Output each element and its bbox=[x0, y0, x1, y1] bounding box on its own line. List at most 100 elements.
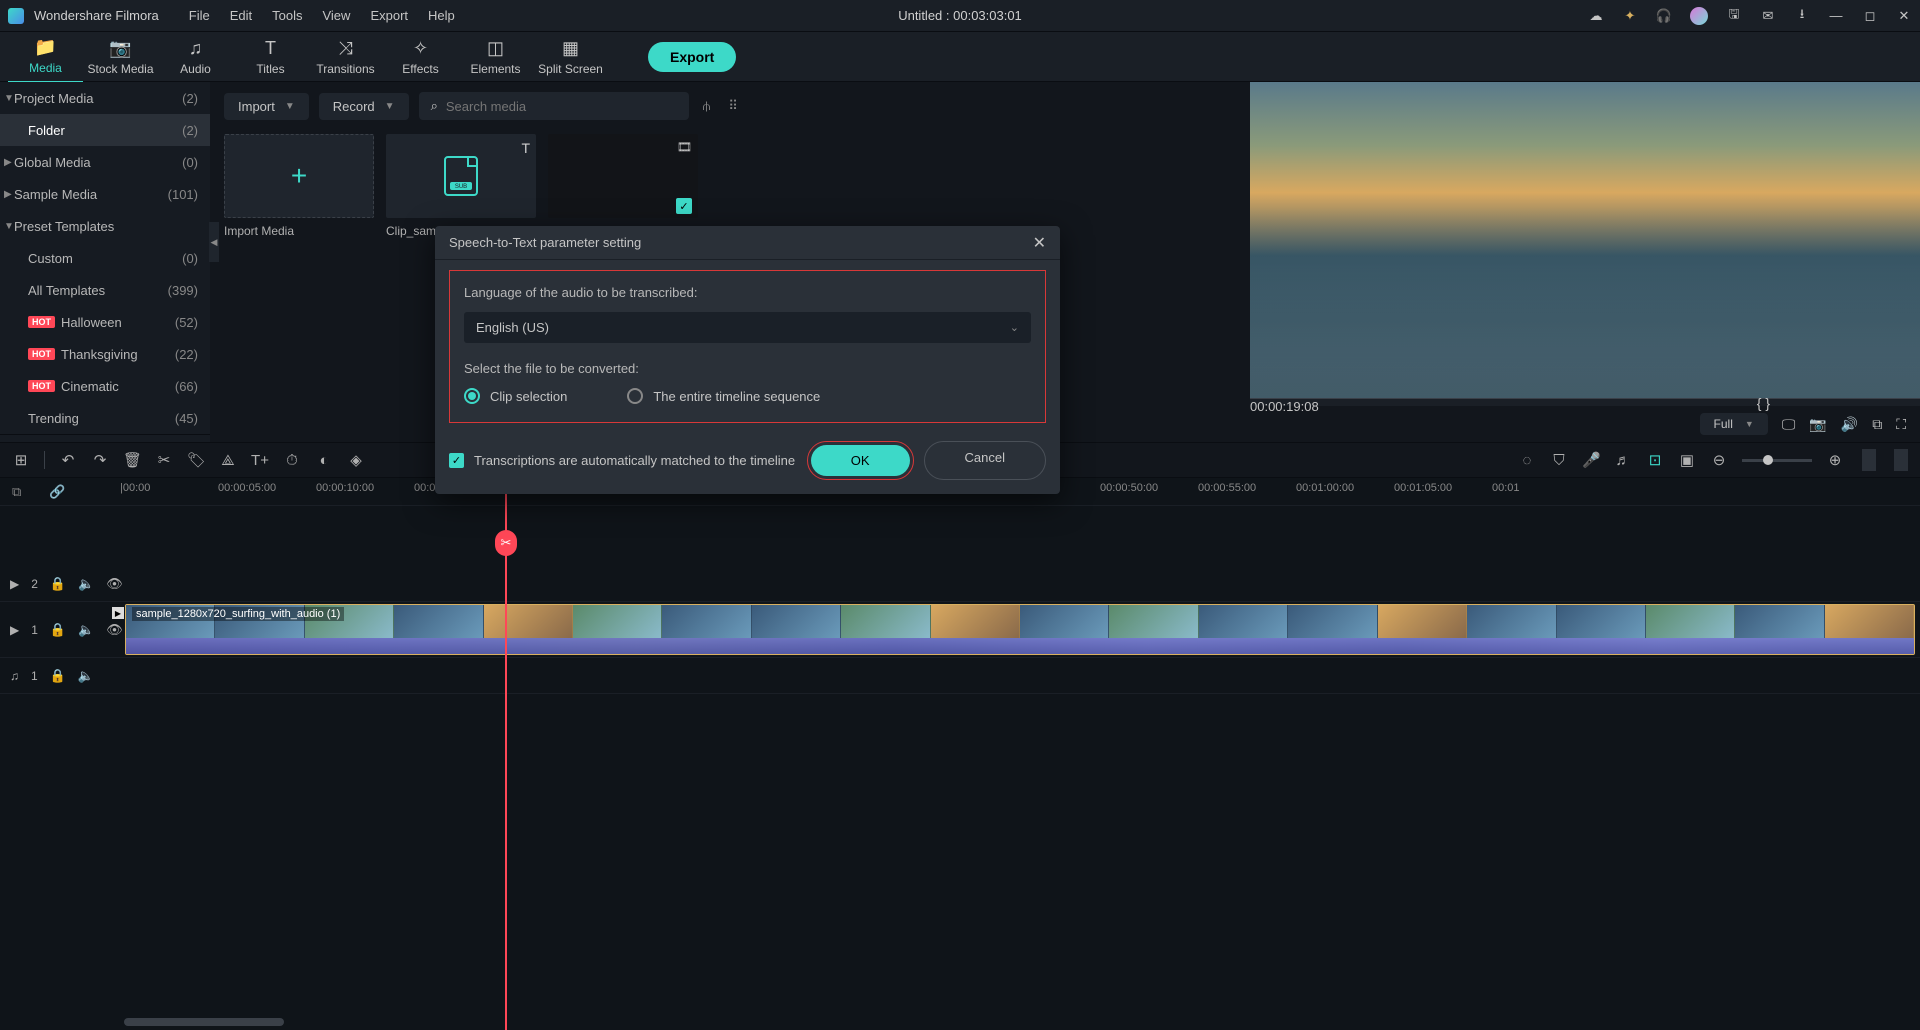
text-add-icon[interactable]: T+ bbox=[251, 452, 269, 469]
sidebar-item-thanksgiving[interactable]: HOTThanksgiving(22) bbox=[0, 338, 210, 370]
filter-icon[interactable]: ⫛ bbox=[699, 94, 715, 118]
search-input[interactable] bbox=[446, 99, 677, 114]
volume-icon[interactable]: 🔊 bbox=[1841, 416, 1858, 433]
export-button[interactable]: Export bbox=[648, 42, 736, 72]
sidebar-item-global-media[interactable]: ▶Global Media(0) bbox=[0, 146, 210, 178]
folder-icon[interactable]: 🗀 bbox=[59, 439, 72, 443]
auto-match-checkbox[interactable]: ✓ Transcriptions are automatically match… bbox=[449, 453, 795, 468]
sidebar-item-all-templates[interactable]: All Templates(399) bbox=[0, 274, 210, 306]
sidebar-item-preset-templates[interactable]: ▼Preset Templates bbox=[0, 210, 210, 242]
marker-shield-icon[interactable]: ⛉ bbox=[1550, 452, 1568, 469]
zoom-slider[interactable] bbox=[1742, 459, 1812, 462]
playhead[interactable]: ✂ bbox=[505, 478, 507, 1030]
sidebar-item-sample-media[interactable]: ▶Sample Media(101) bbox=[0, 178, 210, 210]
timeline-clip[interactable]: ▶ sample_1280x720_surfing_with_audio (1) bbox=[125, 604, 1915, 655]
playhead-handle[interactable]: ✂ bbox=[495, 530, 517, 556]
sidebar-item-custom[interactable]: Custom(0) bbox=[0, 242, 210, 274]
dialog-header[interactable]: Speech-to-Text parameter setting ✕ bbox=[435, 226, 1060, 260]
tab-transitions[interactable]: ⤨Transitions bbox=[308, 32, 383, 82]
mute-icon[interactable]: 🔈 bbox=[78, 668, 94, 684]
cancel-button[interactable]: Cancel bbox=[924, 441, 1046, 480]
save-icon[interactable]: 🖫 bbox=[1726, 8, 1742, 24]
menu-help[interactable]: Help bbox=[428, 8, 455, 23]
video-track-1[interactable]: ▶1 🔒 🔈 👁 ▶ sample_1280x720_surfing_with_… bbox=[0, 602, 1920, 658]
bulb-icon[interactable]: ✦ bbox=[1622, 8, 1638, 24]
mute-icon[interactable]: 🔈 bbox=[78, 576, 94, 592]
tab-audio[interactable]: ♫Audio bbox=[158, 32, 233, 82]
grid-view-icon[interactable]: ⠿ bbox=[724, 94, 742, 118]
sidebar-item-folder[interactable]: Folder(2) bbox=[0, 114, 210, 146]
marker-add-icon[interactable]: ▣ bbox=[1678, 451, 1696, 469]
cut-icon[interactable]: ✂ bbox=[155, 451, 173, 469]
ok-button[interactable]: OK bbox=[811, 445, 910, 476]
mute-icon[interactable]: 🔈 bbox=[78, 622, 94, 638]
voiceover-icon[interactable]: 🎤 bbox=[1582, 451, 1600, 469]
sidebar-item-cinematic[interactable]: HOTCinematic(66) bbox=[0, 370, 210, 402]
menu-file[interactable]: File bbox=[189, 8, 210, 23]
loop-icon[interactable]: ⊡ bbox=[1646, 451, 1664, 469]
render-icon[interactable]: ◌ bbox=[1518, 452, 1536, 469]
zoom-out-icon[interactable]: ⊖ bbox=[1710, 451, 1728, 469]
redo-icon[interactable]: ↷ bbox=[91, 451, 109, 469]
media-item-video[interactable]: 🎞 ✓ sample_1280x720_surfin... bbox=[548, 134, 698, 238]
new-folder-icon[interactable]: 🗀+ bbox=[14, 439, 35, 443]
dialog-close-icon[interactable]: ✕ bbox=[1033, 233, 1046, 253]
timeline-scrollbar[interactable] bbox=[124, 1018, 284, 1026]
crop-icon[interactable]: ⟁ bbox=[219, 452, 237, 469]
language-select[interactable]: English (US) ⌄ bbox=[464, 312, 1031, 343]
avatar-icon[interactable] bbox=[1690, 7, 1708, 25]
audio-track-1[interactable]: ♫1 🔒 🔈 bbox=[0, 658, 1920, 694]
tab-stock-media[interactable]: 📷Stock Media bbox=[83, 32, 158, 82]
preview-viewport[interactable] bbox=[1250, 82, 1920, 398]
audio-mix-icon[interactable]: ♬ bbox=[1614, 452, 1632, 469]
delete-icon[interactable]: 🗑 bbox=[123, 451, 141, 469]
radio-clip-selection[interactable]: Clip selection bbox=[464, 388, 567, 404]
tag-icon[interactable]: 🏷 bbox=[187, 451, 205, 469]
tab-effects[interactable]: ✧Effects bbox=[383, 32, 458, 82]
sidebar-item-project-media[interactable]: ▼Project Media(2) bbox=[0, 82, 210, 114]
zoom-in-icon[interactable]: ⊕ bbox=[1826, 451, 1844, 469]
sidebar-item-trending[interactable]: Trending(45) bbox=[0, 402, 210, 434]
fullscreen-icon[interactable]: ⛶ bbox=[1896, 416, 1906, 433]
keyframe-icon[interactable]: ◈ bbox=[347, 451, 365, 469]
video-track-2[interactable]: ▶2 🔒 🔈 👁 bbox=[0, 566, 1920, 602]
lock-icon[interactable]: 🔒 bbox=[50, 576, 66, 592]
close-icon[interactable]: ✕ bbox=[1896, 8, 1912, 24]
collapse-sidebar-handle[interactable]: ◀ bbox=[209, 222, 219, 262]
tab-titles[interactable]: TTitles bbox=[233, 32, 308, 82]
link-icon[interactable]: 🔗 bbox=[49, 484, 65, 500]
lock-icon[interactable]: 🔒 bbox=[50, 668, 66, 684]
lock-icon[interactable]: 🔒 bbox=[50, 622, 66, 638]
radio-entire-timeline[interactable]: The entire timeline sequence bbox=[627, 388, 820, 404]
maximize-icon[interactable]: ◻ bbox=[1862, 8, 1878, 24]
import-dropdown[interactable]: Import▼ bbox=[224, 93, 309, 120]
display-icon[interactable]: 🖵 bbox=[1782, 416, 1796, 433]
media-import-tile[interactable]: + Import Media bbox=[224, 134, 374, 238]
pip-icon[interactable]: ⧉ bbox=[1872, 416, 1882, 433]
mail-icon[interactable]: ✉ bbox=[1760, 8, 1776, 24]
menu-edit[interactable]: Edit bbox=[230, 8, 252, 23]
snapshot-icon[interactable]: 📷 bbox=[1809, 416, 1826, 433]
record-dropdown[interactable]: Record▼ bbox=[319, 93, 409, 120]
menu-tools[interactable]: Tools bbox=[272, 8, 302, 23]
cloud-icon[interactable]: ☁ bbox=[1588, 8, 1604, 24]
tab-media[interactable]: 📁Media bbox=[8, 31, 83, 83]
sidebar-item-halloween[interactable]: HOTHalloween(52) bbox=[0, 306, 210, 338]
tab-split-screen[interactable]: ▦Split Screen bbox=[533, 32, 608, 82]
headset-icon[interactable]: 🎧 bbox=[1656, 8, 1672, 24]
speed-icon[interactable]: ⏱ bbox=[283, 452, 301, 469]
preview-scrubber[interactable]: { } 00:00:19:08 bbox=[1250, 398, 1920, 406]
undo-icon[interactable]: ↶ bbox=[59, 451, 77, 469]
color-icon[interactable]: ◐ bbox=[315, 452, 333, 469]
media-item-subtitle[interactable]: T SUB Clip_sample_1280x720_s... bbox=[386, 134, 536, 238]
menu-export[interactable]: Export bbox=[370, 8, 408, 23]
tab-elements[interactable]: ◫Elements bbox=[458, 32, 533, 82]
quality-dropdown[interactable]: Full▼ bbox=[1700, 413, 1768, 435]
duplicate-icon[interactable]: ⧉ bbox=[12, 484, 21, 500]
menu-view[interactable]: View bbox=[322, 8, 350, 23]
bracket-markers[interactable]: { } bbox=[1757, 395, 1770, 411]
search-media[interactable]: ⌕ bbox=[419, 92, 689, 120]
minimize-icon[interactable]: — bbox=[1828, 8, 1844, 24]
download-icon[interactable]: ⭳ bbox=[1794, 8, 1810, 24]
sliders-icon[interactable]: ⊞ bbox=[12, 451, 30, 469]
